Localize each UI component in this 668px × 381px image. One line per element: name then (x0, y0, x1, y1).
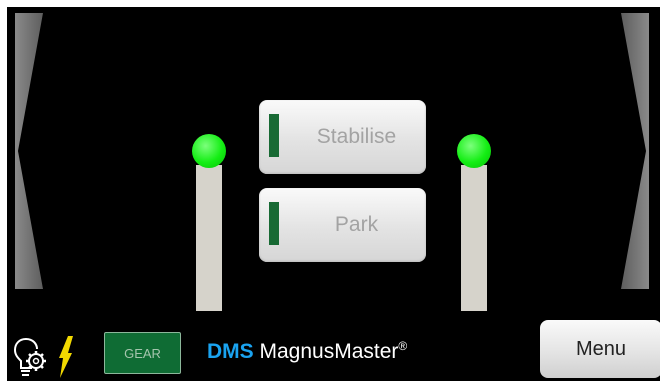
menu-button[interactable]: Menu (540, 320, 660, 378)
right-slider-track (461, 165, 487, 311)
park-label: Park (334, 213, 379, 236)
park-indicator (269, 202, 279, 245)
brand-name: MagnusMaster (253, 340, 399, 363)
right-arrow-icon[interactable] (621, 13, 649, 289)
right-status-light (457, 134, 491, 168)
brand-prefix: DMS (207, 340, 254, 363)
stabilise-button[interactable]: Stabilise (259, 100, 426, 174)
registered-mark: ® (398, 339, 408, 353)
bulb-gear-icon[interactable] (13, 335, 47, 379)
park-button[interactable]: Park (259, 188, 426, 262)
brand-logo: DMS MagnusMaster® (207, 339, 408, 364)
lightning-bolt-icon (59, 336, 73, 378)
stabilise-label: Stabilise (316, 125, 397, 148)
control-screen: Stabilise Park GEAR DMS MagnusMaster® Me… (7, 7, 660, 381)
stabilise-indicator (269, 114, 279, 157)
left-arrow-icon[interactable] (15, 13, 43, 289)
left-status-light (192, 134, 226, 168)
left-slider-track (196, 165, 222, 311)
gear-button[interactable]: GEAR (104, 332, 181, 374)
